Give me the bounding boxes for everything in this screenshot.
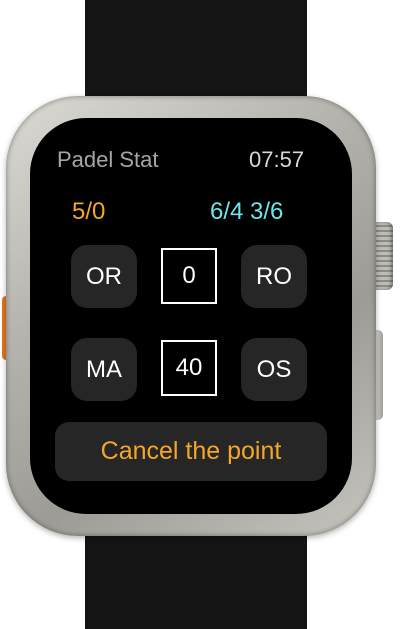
score-left: 5/0 (72, 198, 106, 225)
score-right: 6/4 3/6 (210, 198, 284, 225)
watch-device: Padel Stat 07:57 5/0 6/4 3/6 OR 0 RO MA … (0, 0, 400, 629)
cancel-point-button[interactable]: Cancel the point (55, 422, 327, 481)
watch-band-bottom (85, 520, 307, 629)
point-score-bottom: 40 (161, 340, 217, 396)
or-button[interactable]: OR (71, 245, 137, 308)
watch-screen: Padel Stat 07:57 5/0 6/4 3/6 OR 0 RO MA … (30, 118, 352, 514)
ma-button[interactable]: MA (71, 338, 137, 401)
point-score-top: 0 (161, 248, 217, 304)
clock-time: 07:57 (249, 147, 305, 172)
watch-band-top (85, 0, 307, 110)
os-button[interactable]: OS (241, 338, 307, 401)
ro-button[interactable]: RO (241, 245, 307, 308)
app-title: Padel Stat (57, 147, 159, 172)
